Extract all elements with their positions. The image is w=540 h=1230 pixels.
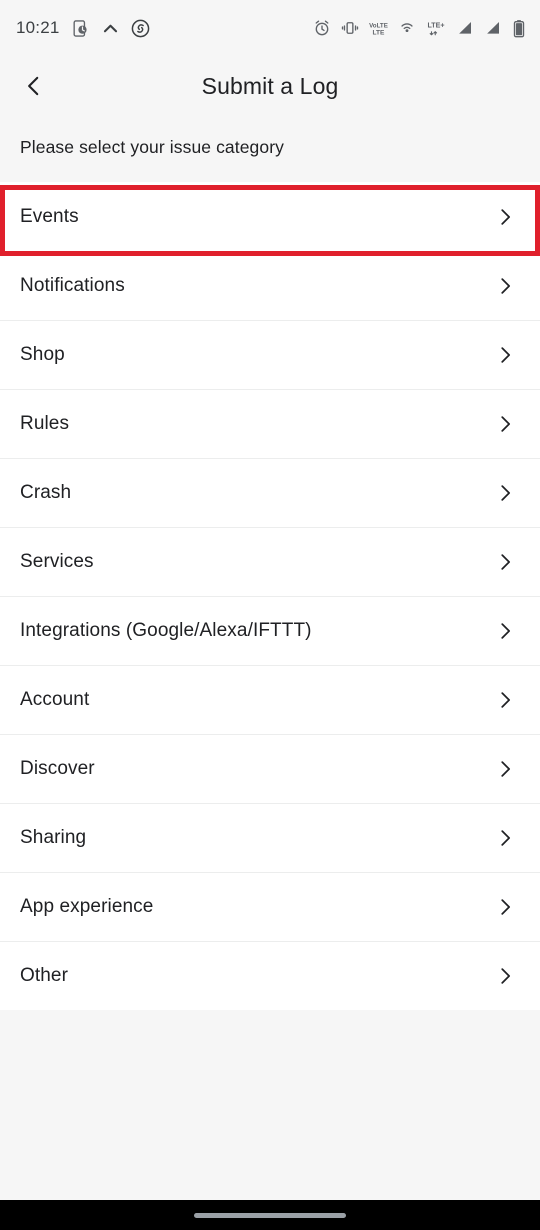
chevron-right-icon bbox=[501, 208, 510, 225]
chevron-up-icon bbox=[101, 19, 120, 38]
row-chevron-icon[interactable] bbox=[492, 618, 518, 644]
chevron-right-icon bbox=[501, 553, 510, 570]
category-label: Shop bbox=[20, 343, 65, 365]
page-title: Submit a Log bbox=[201, 72, 339, 99]
phone-screen: 10:21 VoLTE LTE LTE+ Submit a Log Please… bbox=[0, 0, 540, 1230]
row-chevron-icon[interactable] bbox=[492, 273, 518, 299]
category-row[interactable]: Rules bbox=[0, 389, 540, 458]
back-button[interactable] bbox=[6, 58, 62, 114]
lte-plus-icon: LTE+ bbox=[426, 19, 446, 37]
row-chevron-icon[interactable] bbox=[492, 687, 518, 713]
chevron-right-icon bbox=[501, 484, 510, 501]
chevron-right-icon bbox=[501, 829, 510, 846]
category-label: Notifications bbox=[20, 274, 125, 296]
category-list: Events Notifications Shop Rules Crash Service… bbox=[0, 182, 540, 1010]
category-label: Account bbox=[20, 688, 90, 710]
row-chevron-icon[interactable] bbox=[492, 342, 518, 368]
category-label: Other bbox=[20, 964, 69, 986]
chevron-right-icon bbox=[501, 415, 510, 432]
chevron-left-icon bbox=[28, 76, 39, 96]
status-bar-right: VoLTE LTE LTE+ bbox=[313, 19, 526, 38]
volte-icon: VoLTE LTE bbox=[369, 19, 388, 37]
subtitle-container: Please select your issue category bbox=[0, 116, 540, 178]
category-label: App experience bbox=[20, 895, 154, 917]
category-label: Services bbox=[20, 550, 94, 572]
battery-icon bbox=[512, 19, 526, 38]
category-row[interactable]: Discover bbox=[0, 734, 540, 803]
chevron-right-icon bbox=[501, 691, 510, 708]
chevron-right-icon bbox=[501, 967, 510, 984]
chevron-right-icon bbox=[501, 277, 510, 294]
status-bar: 10:21 VoLTE LTE LTE+ bbox=[0, 0, 540, 56]
category-row[interactable]: Services bbox=[0, 527, 540, 596]
screenshot-icon bbox=[71, 19, 90, 38]
svg-text:VoLTE: VoLTE bbox=[369, 22, 388, 29]
category-list-region: Events Notifications Shop Rules Crash Service… bbox=[0, 178, 540, 1010]
row-chevron-icon[interactable] bbox=[492, 480, 518, 506]
chevron-right-icon bbox=[501, 346, 510, 363]
category-row[interactable]: Shop bbox=[0, 320, 540, 389]
row-chevron-icon[interactable] bbox=[492, 963, 518, 989]
cast-icon bbox=[398, 19, 416, 37]
chevron-right-icon bbox=[501, 898, 510, 915]
category-label: Crash bbox=[20, 481, 72, 503]
status-bar-clock: 10:21 bbox=[16, 18, 60, 37]
instruction-text: Please select your issue category bbox=[20, 136, 284, 157]
svg-text:LTE+: LTE+ bbox=[427, 21, 444, 29]
chevron-right-icon bbox=[501, 760, 510, 777]
signal-sim1-icon bbox=[456, 19, 474, 37]
category-label: Discover bbox=[20, 757, 95, 779]
category-row[interactable]: Events bbox=[0, 182, 540, 251]
row-chevron-icon[interactable] bbox=[492, 894, 518, 920]
category-label: Sharing bbox=[20, 826, 87, 848]
category-row[interactable]: Other bbox=[0, 941, 540, 1010]
row-chevron-icon[interactable] bbox=[492, 825, 518, 851]
home-gesture-pill[interactable] bbox=[194, 1212, 346, 1218]
row-chevron-icon[interactable] bbox=[492, 756, 518, 782]
app-header: Submit a Log bbox=[0, 56, 540, 116]
svg-text:LTE: LTE bbox=[373, 30, 386, 37]
category-label: Rules bbox=[20, 412, 70, 434]
category-row[interactable]: App experience bbox=[0, 872, 540, 941]
row-chevron-icon[interactable] bbox=[492, 411, 518, 437]
category-label: Events bbox=[20, 205, 79, 227]
category-row[interactable]: Integrations (Google/Alexa/IFTTT) bbox=[0, 596, 540, 665]
row-chevron-icon[interactable] bbox=[492, 549, 518, 575]
category-row[interactable]: Account bbox=[0, 665, 540, 734]
chevron-right-icon bbox=[501, 622, 510, 639]
system-navigation-bar bbox=[0, 1200, 540, 1230]
category-row[interactable]: Sharing bbox=[0, 803, 540, 872]
status-bar-left: 10:21 bbox=[16, 18, 150, 38]
signal-sim2-icon bbox=[484, 19, 502, 37]
category-row[interactable]: Crash bbox=[0, 458, 540, 527]
shazam-icon bbox=[131, 19, 150, 38]
vibrate-icon bbox=[341, 19, 359, 37]
row-chevron-icon[interactable] bbox=[492, 204, 518, 230]
category-label: Integrations (Google/Alexa/IFTTT) bbox=[20, 619, 312, 641]
category-row[interactable]: Notifications bbox=[0, 251, 540, 320]
alarm-icon bbox=[313, 19, 331, 37]
empty-space bbox=[0, 1010, 540, 1200]
